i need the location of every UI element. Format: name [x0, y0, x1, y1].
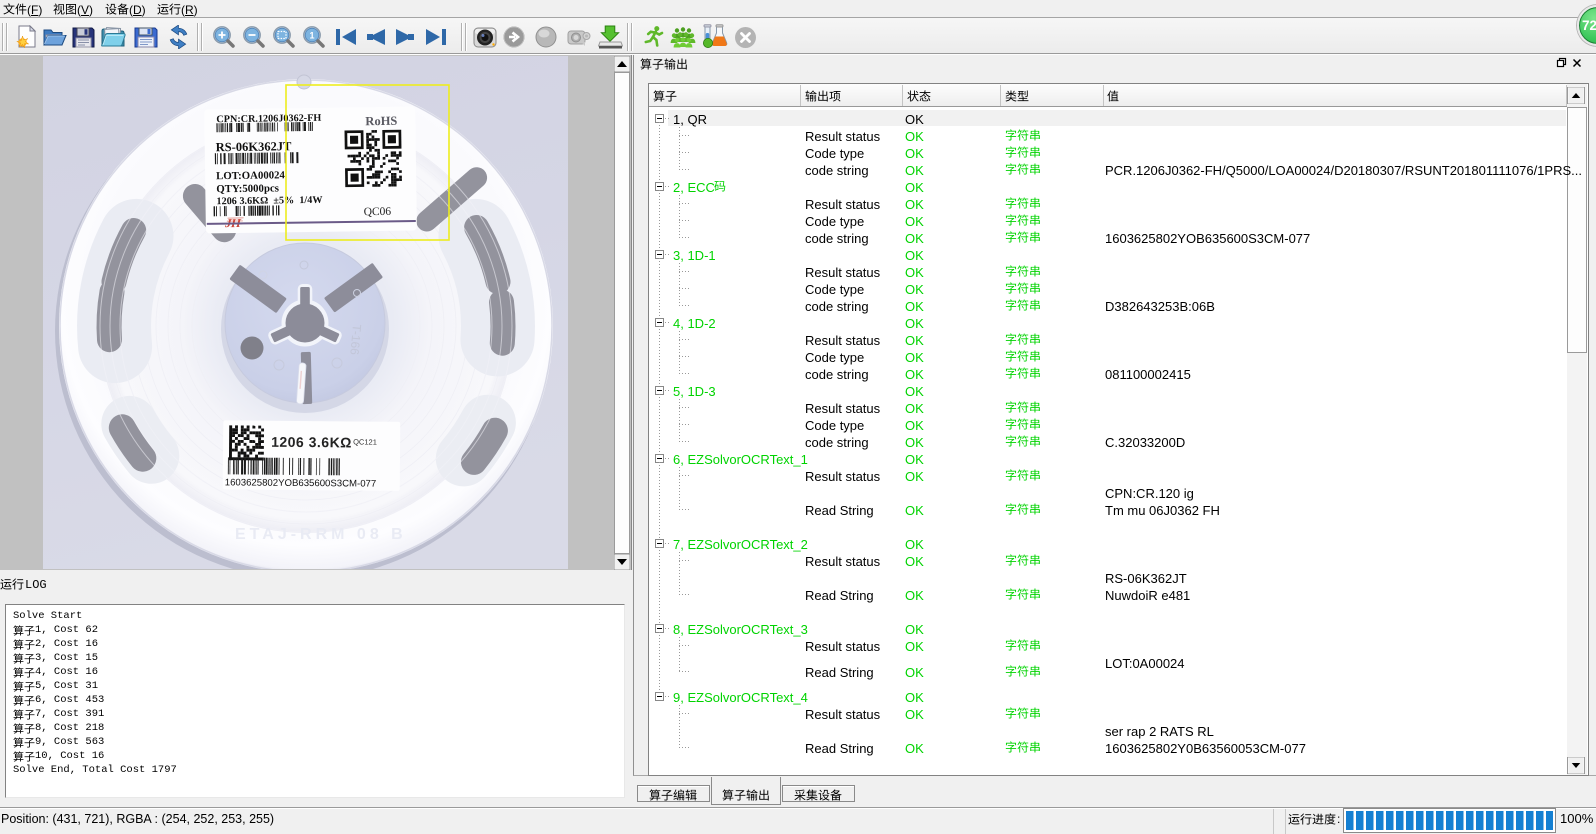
svg-text:1: 1 [309, 31, 314, 41]
svg-text:LOT:OA00024: LOT:OA00024 [216, 169, 286, 182]
svg-text:1206 3.6KΩ ±5% 1/4W: 1206 3.6KΩ ±5% 1/4W [216, 195, 323, 207]
svg-text:QC06: QC06 [364, 206, 392, 218]
svg-text:RoHS: RoHS [365, 114, 397, 128]
svg-text:QC121: QC121 [353, 437, 377, 446]
svg-text:RS-06K362JT: RS-06K362JT [216, 139, 293, 154]
svg-text:1206 3.6KΩ: 1206 3.6KΩ [271, 434, 352, 451]
svg-text:ETAJ-RRM 08 B: ETAJ-RRM 08 B [235, 526, 407, 543]
svg-text:1603625802YOB635600S3CM-077: 1603625802YOB635600S3CM-077 [225, 477, 377, 489]
svg-text:T-166: T-166 [347, 324, 364, 356]
svg-text:QTY:5000pcs: QTY:5000pcs [216, 182, 279, 195]
